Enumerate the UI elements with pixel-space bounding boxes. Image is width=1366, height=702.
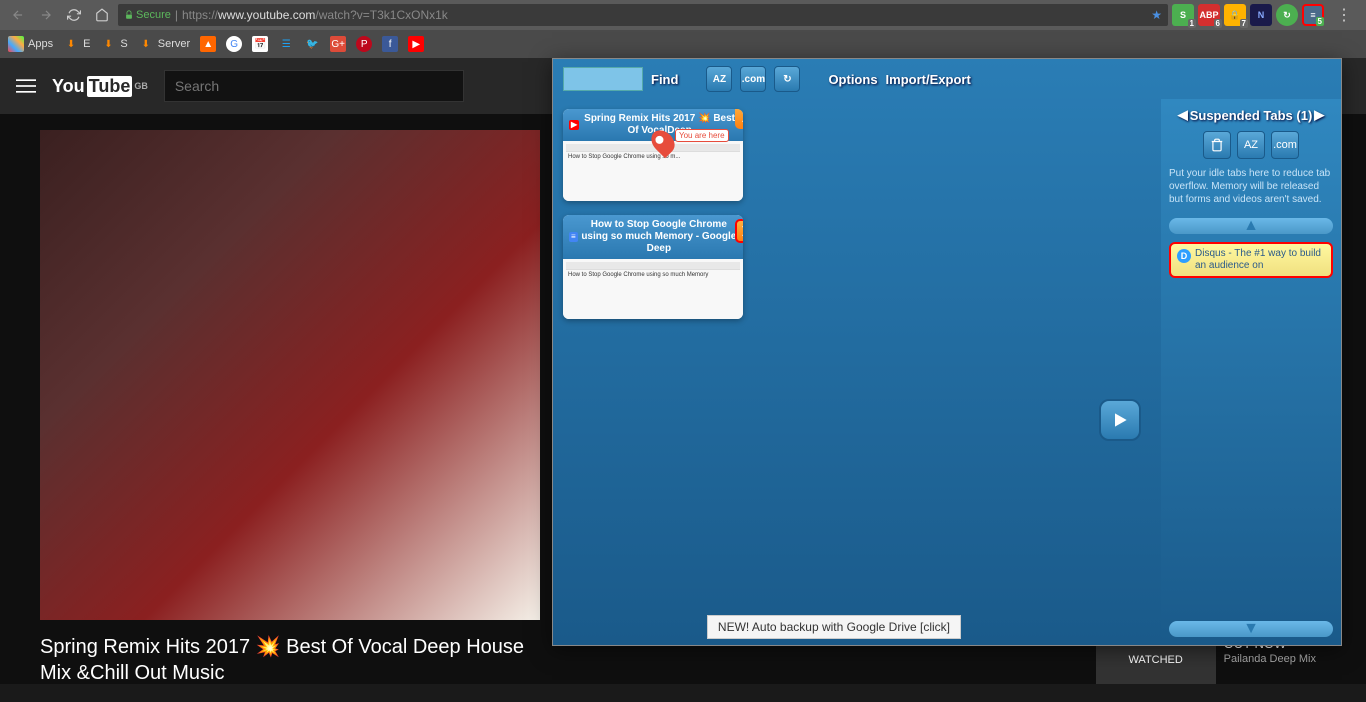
search-input[interactable] xyxy=(164,70,464,102)
extension-abp-icon[interactable]: ABP6 xyxy=(1198,4,1220,26)
bookmark-pinterest-icon[interactable]: P xyxy=(356,36,372,52)
address-bar[interactable]: Secure | https://www.youtube.com/watch?v… xyxy=(118,4,1168,26)
import-export-button[interactable]: Import/Export xyxy=(886,72,971,87)
extension-icon-3[interactable]: 🔒7 xyxy=(1224,4,1246,26)
bookmarks-bar: Apps ⬇E ⬇S ⬇Server ▲ G 📅 ☰ 🐦 G+ P f ▶ xyxy=(0,30,1366,58)
disqus-favicon-icon: D xyxy=(1177,249,1191,263)
suspended-title: ◀Suspended Tabs (1)▶ xyxy=(1169,107,1333,123)
sort-az-button[interactable]: AZ xyxy=(706,66,732,92)
bookmark-youtube-icon[interactable]: ▶ xyxy=(408,36,424,52)
trash-icon[interactable] xyxy=(1203,131,1231,159)
youtube-logo[interactable]: YouTubeGB xyxy=(52,76,148,97)
forward-button[interactable] xyxy=(34,3,58,27)
bookmark-item[interactable]: ⬇E xyxy=(63,36,90,52)
sidebar-tip: Put your idle tabs here to reduce tab ov… xyxy=(1169,167,1333,206)
tab-action-icon[interactable]: ➤ xyxy=(735,109,743,129)
apps-bookmark[interactable]: Apps xyxy=(8,36,53,52)
bookmark-item[interactable]: ⬇S xyxy=(100,36,127,52)
bookmark-gplus-icon[interactable]: G+ xyxy=(330,36,346,52)
url-path: /watch?v=T3k1CxONx1k xyxy=(315,8,447,22)
browser-toolbar: Secure | https://www.youtube.com/watch?v… xyxy=(0,0,1366,30)
tab-title: How to Stop Google Chrome using so much … xyxy=(581,219,737,255)
sort-domain-icon[interactable]: .com xyxy=(1271,131,1299,159)
youtube-favicon-icon: ▶ xyxy=(569,120,579,130)
tab-thumbnail[interactable]: ▶Spring Remix Hits 2017 💥 Best Of VocalD… xyxy=(563,109,743,201)
extension-icon-1[interactable]: S1 xyxy=(1172,4,1194,26)
sort-az-icon[interactable]: AZ xyxy=(1237,131,1265,159)
you-are-here-marker: You are here xyxy=(653,129,673,155)
tab-thumbnail[interactable]: ≡How to Stop Google Chrome using so much… xyxy=(563,215,743,319)
video-player[interactable] xyxy=(40,130,540,620)
bookmark-icon[interactable]: ☰ xyxy=(278,36,294,52)
bookmark-icon[interactable]: ▲ xyxy=(200,36,216,52)
scroll-up-icon[interactable]: ▲ xyxy=(1169,218,1333,234)
back-button[interactable] xyxy=(6,3,30,27)
related-channel: Pailanda Deep Mix xyxy=(1224,653,1316,665)
play-button[interactable] xyxy=(1099,399,1141,441)
docs-favicon-icon: ≡ xyxy=(569,232,578,242)
bookmark-twitter-icon[interactable]: 🐦 xyxy=(304,36,320,52)
bookmark-star-icon[interactable]: ★ xyxy=(1151,8,1162,22)
url-host: www.youtube.com xyxy=(218,8,315,22)
bookmark-item[interactable]: ⬇Server xyxy=(138,36,190,52)
extension-icon-5[interactable]: ↻ xyxy=(1276,4,1298,26)
tab-suspend-icon[interactable]: ➤ xyxy=(735,219,743,243)
chrome-menu-button[interactable]: ⋮ xyxy=(1328,5,1360,25)
hamburger-icon[interactable] xyxy=(16,76,36,96)
home-button[interactable] xyxy=(90,3,114,27)
refresh-button[interactable]: ↻ xyxy=(774,66,800,92)
suspended-tab-label: Disqus - The #1 way to build an audience… xyxy=(1195,248,1325,272)
backup-banner[interactable]: NEW! Auto backup with Google Drive [clic… xyxy=(707,615,961,639)
suspended-sidebar: ◀Suspended Tabs (1)▶ AZ .com Put your id… xyxy=(1161,99,1341,645)
suspended-tab-item[interactable]: D Disqus - The #1 way to build an audien… xyxy=(1169,242,1333,278)
options-button[interactable]: Options xyxy=(828,72,877,87)
sort-domain-button[interactable]: .com xyxy=(740,66,766,92)
reload-button[interactable] xyxy=(62,3,86,27)
bookmark-icon[interactable]: 📅 xyxy=(252,36,268,52)
bookmark-google-icon[interactable]: G xyxy=(226,36,242,52)
extension-popup: Find AZ .com ↻ Options Import/Export ▶Sp… xyxy=(552,58,1342,646)
scroll-down-icon[interactable]: ▼ xyxy=(1169,621,1333,637)
video-title: Spring Remix Hits 2017 💥 Best Of Vocal D… xyxy=(40,634,540,686)
extension-icon-4[interactable]: N xyxy=(1250,4,1272,26)
popup-search-input[interactable] xyxy=(563,67,643,91)
secure-badge: Secure xyxy=(124,9,171,21)
extension-tabmanager-icon[interactable]: ≡5 xyxy=(1302,4,1324,26)
tabs-area: ▶Spring Remix Hits 2017 💥 Best Of VocalD… xyxy=(553,99,1161,645)
bookmark-facebook-icon[interactable]: f xyxy=(382,36,398,52)
find-button[interactable]: Find xyxy=(651,72,678,87)
popup-toolbar: Find AZ .com ↻ Options Import/Export xyxy=(553,59,1341,99)
url-scheme: https:// xyxy=(182,8,218,22)
